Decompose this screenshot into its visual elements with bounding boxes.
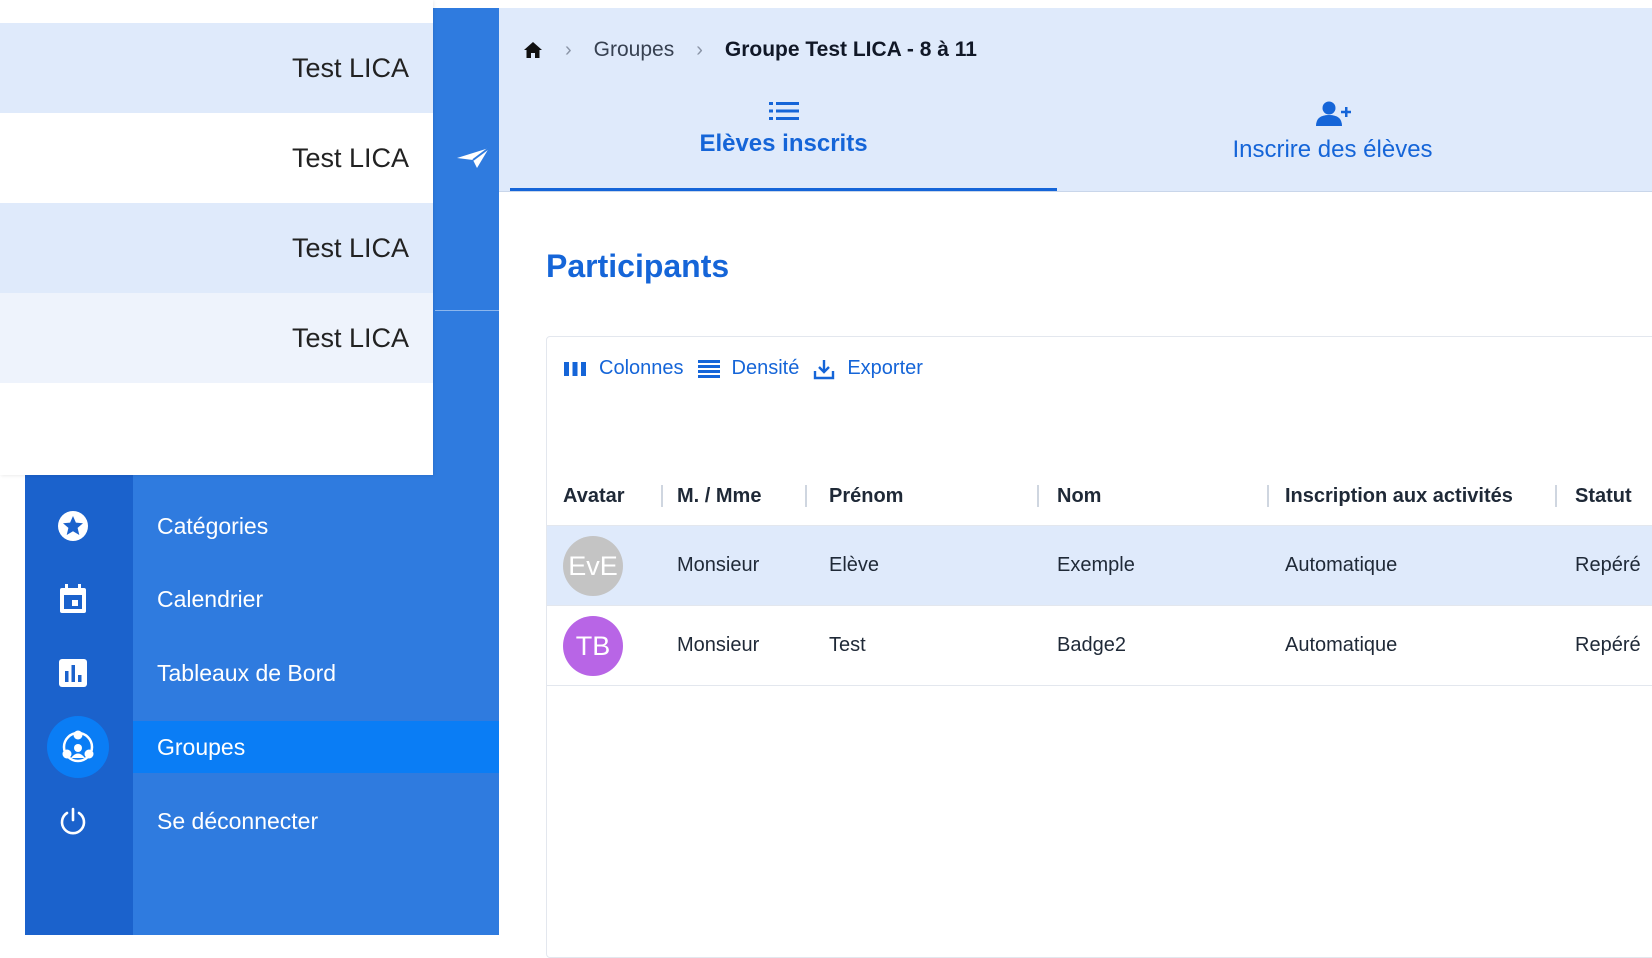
column-header-lastname[interactable]: Nom: [1057, 467, 1101, 525]
cell-civility: Monsieur: [677, 554, 760, 576]
tab-label: Inscrire des élèves: [1232, 136, 1433, 163]
column-separator[interactable]: [1037, 485, 1039, 507]
density-icon: [697, 359, 720, 378]
star-badge-icon: [54, 507, 92, 545]
table-row[interactable]: EvE Monsieur Elève Exemple Automatique R…: [547, 526, 1652, 606]
tabs-divider: [499, 191, 1652, 192]
person-add-icon: [1315, 101, 1351, 126]
sidebar-item-label: Tableaux de Bord: [157, 660, 337, 686]
avatar: TB: [563, 616, 623, 676]
sidebar-item-calendar[interactable]: Calendrier: [25, 573, 499, 625]
sidebar-item-label: Catégories: [157, 513, 269, 539]
tab-enrolled-students[interactable]: Elèves inscrits: [510, 100, 1057, 192]
active-tab-indicator: [510, 188, 1057, 191]
main-content: › Groupes › Groupe Test LICA - 8 à 11 El…: [499, 8, 1652, 958]
columns-button[interactable]: Colonnes: [563, 357, 684, 380]
list-icon: [768, 102, 799, 120]
density-label: Densité: [731, 357, 800, 379]
avatar: EvE: [563, 536, 623, 596]
column-header-firstname[interactable]: Prénom: [829, 467, 903, 525]
power-icon: [54, 802, 92, 840]
cell-lastname: Exemple: [1057, 554, 1135, 576]
column-separator[interactable]: [805, 485, 807, 507]
cell-activity-enrollment: Automatique: [1285, 634, 1398, 656]
column-header-civility[interactable]: M. / Mme: [677, 467, 761, 525]
group-icon: [47, 716, 109, 778]
column-separator[interactable]: [1267, 485, 1269, 507]
breadcrumb: › Groupes › Groupe Test LICA - 8 à 11: [523, 30, 977, 70]
sidebar-item-groups[interactable]: Groupes: [25, 716, 499, 778]
cell-status: Repéré: [1575, 634, 1641, 656]
group-select-list: Test LICA Test LICA Test LICA Test LICA: [0, 0, 433, 475]
cell-firstname: Elève: [829, 554, 880, 576]
tab-enroll-students[interactable]: Inscrire des élèves: [1059, 100, 1606, 192]
tab-label: Elèves inscrits: [699, 130, 868, 157]
cell-status: Repéré: [1575, 554, 1641, 576]
sidebar-item-label: Groupes: [157, 734, 246, 760]
sidebar-item-label: Calendrier: [157, 586, 264, 612]
list-item[interactable]: Test LICA: [0, 23, 433, 113]
cell-firstname: Test: [829, 634, 866, 656]
list-item[interactable]: Test LICA: [0, 293, 433, 383]
columns-icon: [564, 361, 586, 376]
density-button[interactable]: Densité: [697, 357, 800, 380]
column-header-status[interactable]: Statut: [1575, 467, 1632, 525]
list-item[interactable]: Test LICA: [0, 203, 433, 293]
sidebar-item-label: Se déconnecter: [157, 808, 319, 834]
cell-civility: Monsieur: [677, 634, 760, 656]
cell-activity-enrollment: Automatique: [1285, 554, 1398, 576]
download-icon: [814, 359, 835, 379]
breadcrumb-separator: ›: [696, 38, 703, 61]
bar-chart-icon: [54, 654, 92, 692]
page-title: Participants: [546, 248, 730, 284]
export-label: Exporter: [847, 357, 923, 379]
cell-lastname: Badge2: [1057, 634, 1126, 656]
export-button[interactable]: Exporter: [813, 357, 923, 380]
column-header-avatar[interactable]: Avatar: [563, 467, 625, 525]
home-icon[interactable]: [523, 41, 543, 59]
column-header-activity-enrollment[interactable]: Inscription aux activités: [1285, 467, 1513, 525]
sidebar-item-logout[interactable]: Se déconnecter: [25, 795, 499, 847]
columns-label: Colonnes: [599, 357, 684, 379]
column-separator[interactable]: [661, 485, 663, 507]
calendar-icon: [54, 580, 92, 618]
list-item[interactable]: Test LICA: [0, 113, 433, 203]
sidebar-item-dashboards[interactable]: Tableaux de Bord: [25, 647, 499, 699]
participants-grid: Colonnes Densité Exporter Avatar M. / Mm…: [546, 336, 1652, 958]
table-row[interactable]: TB Monsieur Test Badge2 Automatique Repé…: [547, 606, 1652, 686]
breadcrumb-separator: ›: [565, 38, 572, 61]
column-separator[interactable]: [1555, 485, 1557, 507]
breadcrumb-groups-link[interactable]: Groupes: [594, 38, 675, 62]
table-header: Avatar M. / Mme Prénom Nom Inscription a…: [547, 467, 1652, 526]
grid-toolbar: Colonnes Densité Exporter: [563, 357, 923, 380]
breadcrumb-current: Groupe Test LICA - 8 à 11: [724, 38, 977, 61]
sidebar-item-categories[interactable]: Catégories: [25, 500, 499, 552]
